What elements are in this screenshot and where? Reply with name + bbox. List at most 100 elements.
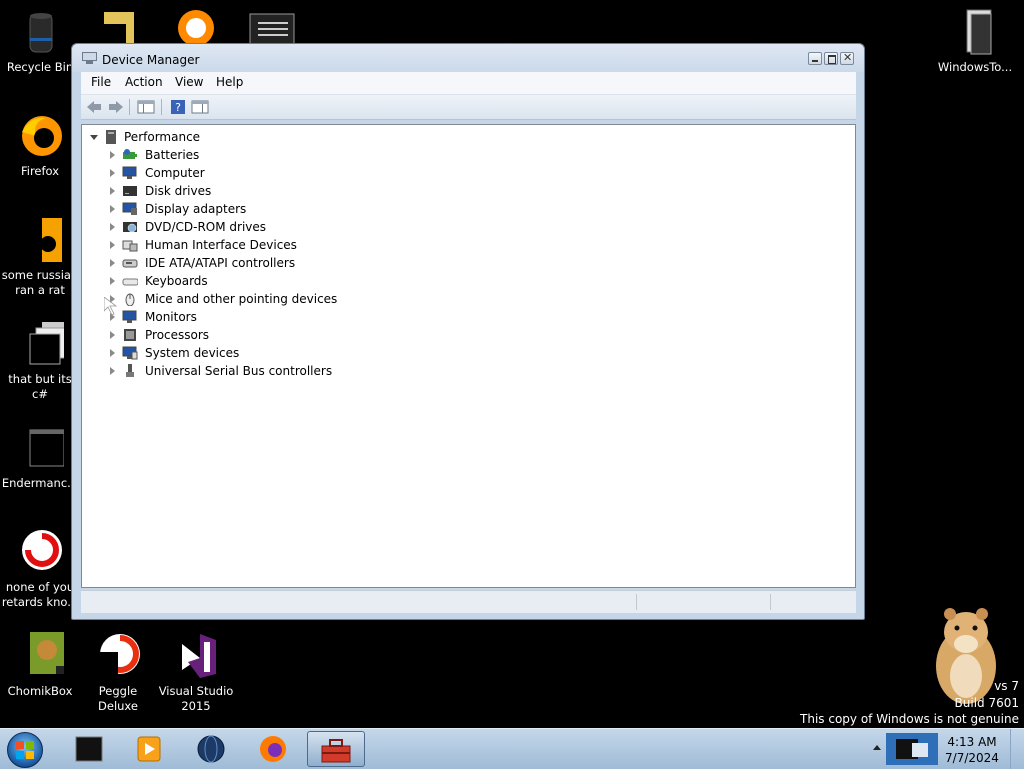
windows-logo-icon — [16, 741, 34, 762]
device-manager-window: Device Manager ✕ File Action View Help ? — [71, 43, 865, 620]
system-devices-icon — [122, 346, 138, 360]
watermark-not-genuine: This copy of Windows is not genuine — [800, 712, 1019, 726]
help-icon[interactable]: ? — [169, 99, 187, 115]
recycle-bin-icon — [16, 8, 64, 56]
tree-node-label: IDE ATA/ATAPI controllers — [145, 256, 296, 270]
computer-icon — [104, 130, 120, 144]
expand-arrow-icon[interactable] — [110, 187, 115, 195]
show-hidden-icons-arrow[interactable] — [872, 741, 882, 755]
tree-node-label: Display adapters — [145, 202, 247, 216]
optical-drive-icon — [122, 220, 138, 234]
mouse-icon — [122, 292, 138, 307]
menu-help[interactable]: Help — [216, 75, 243, 89]
ide-controller-icon — [122, 256, 138, 270]
collapse-arrow-icon[interactable] — [90, 135, 98, 140]
desktop-icon-some-russian-ran-a-rat[interactable]: some russian ran a rat — [0, 216, 80, 298]
desktop-icon-label: ChomikBox — [7, 684, 73, 698]
desktop-icon-label: WindowsTo... — [937, 60, 1013, 74]
menu-bar: File Action View Help — [81, 72, 856, 95]
shortcut-stack-icon — [16, 320, 72, 368]
taskbar-device-manager[interactable] — [307, 731, 365, 767]
file-icon — [16, 216, 64, 264]
expand-arrow-icon[interactable] — [110, 241, 115, 249]
taskbar-app-globe[interactable] — [182, 731, 240, 767]
app-icon — [172, 6, 220, 46]
desktop-icon-label: Visual Studio 2015 — [158, 684, 234, 713]
hid-icon — [122, 238, 138, 252]
keyboard-icon — [122, 274, 139, 288]
processor-icon — [122, 328, 138, 342]
tray-app-icon[interactable] — [886, 733, 938, 768]
status-divider — [636, 594, 637, 610]
expand-arrow-icon[interactable] — [110, 349, 115, 357]
clock-time: 4:13 AM — [947, 735, 997, 749]
disk-drive-icon — [122, 184, 138, 198]
show-hide-action-pane-icon[interactable] — [191, 99, 209, 115]
usb-icon — [122, 364, 138, 378]
tree-node-label: DVD/CD-ROM drives — [145, 220, 267, 234]
desktop-icon-windowstools[interactable]: WindowsTo... — [935, 8, 1015, 75]
hamster-image — [920, 604, 1004, 708]
expand-arrow-icon[interactable] — [110, 331, 115, 339]
desktop-icon-visual-studio-2015[interactable]: Visual Studio 2015 — [156, 632, 236, 714]
desktop-icon-peggle-deluxe[interactable]: Peggle Deluxe — [78, 632, 158, 714]
toolbar-separator — [161, 99, 162, 115]
expand-arrow-icon[interactable] — [110, 151, 115, 159]
peggle-icon — [94, 632, 142, 680]
taskbar-media-player[interactable] — [120, 731, 178, 767]
app-icon — [248, 12, 296, 45]
watermark-windows-version: vs 7 — [994, 679, 1019, 693]
expand-arrow-icon[interactable] — [110, 169, 115, 177]
menu-file[interactable]: File — [91, 75, 111, 89]
window-title: Device Manager — [102, 53, 200, 67]
expand-arrow-icon[interactable] — [110, 367, 115, 375]
expand-arrow-icon[interactable] — [110, 205, 115, 213]
show-desktop-button[interactable] — [1010, 729, 1024, 769]
window-app-icon — [74, 735, 104, 766]
folder-icon — [951, 8, 999, 56]
show-hide-console-tree-icon[interactable] — [137, 99, 155, 115]
folder-icon — [96, 10, 140, 44]
close-icon: ✕ — [843, 51, 853, 64]
desktop-icon-endermanch[interactable]: Endermanc... — [0, 424, 80, 491]
menu-action[interactable]: Action — [125, 75, 163, 89]
desktop-icon-label: none of you retards kno... — [1, 580, 79, 609]
desktop-icon-none-of-you[interactable]: none of you retards kno... — [0, 528, 80, 610]
desktop-icon-chomikbox[interactable]: ChomikBox — [0, 632, 80, 699]
monitor-icon — [122, 166, 138, 180]
expand-arrow-icon[interactable] — [110, 223, 115, 231]
expand-arrow-icon[interactable] — [110, 259, 115, 267]
menu-view[interactable]: View — [175, 75, 203, 89]
desktop-icon-recycle-bin[interactable]: Recycle Bin — [0, 8, 80, 75]
taskbar: 4:13 AM 7/7/2024 — [0, 728, 1024, 769]
chomikbox-icon — [16, 632, 64, 680]
desktop-icon-label: that but its c# — [8, 372, 72, 401]
firefox-icon — [258, 734, 288, 767]
toolbar: ? — [81, 95, 856, 120]
desktop-icon-that-but-its-csharp[interactable]: that but its c# — [0, 320, 80, 402]
desktop-icon-firefox[interactable]: Firefox — [0, 112, 80, 179]
start-button[interactable] — [7, 732, 43, 768]
display-adapter-icon — [122, 202, 138, 216]
device-tree: Performance Batteries Computer Disk driv… — [81, 124, 856, 588]
tree-node-label: Performance — [124, 130, 201, 144]
mouse-cursor-icon — [103, 296, 124, 320]
expand-arrow-icon[interactable] — [110, 277, 115, 285]
window-icon — [16, 424, 65, 472]
taskbar-app-1[interactable] — [60, 731, 118, 767]
system-clock[interactable]: 4:13 AM 7/7/2024 — [944, 734, 1000, 766]
tree-node-label: Monitors — [145, 310, 197, 324]
taskbar-firefox[interactable] — [244, 731, 302, 767]
desktop-icon-label: Firefox — [20, 164, 60, 178]
forward-arrow-icon[interactable] — [107, 99, 125, 115]
close-button[interactable]: ✕ — [840, 51, 854, 65]
maximize-button[interactable] — [824, 52, 838, 65]
desktop-icon-label: some russian ran a rat — [1, 268, 79, 297]
globe-icon — [196, 734, 226, 767]
back-arrow-icon[interactable] — [85, 99, 103, 115]
minimize-button[interactable] — [808, 52, 822, 65]
watermark-build: Build 7601 — [954, 696, 1019, 710]
media-player-icon — [134, 735, 164, 766]
status-divider — [770, 594, 771, 610]
title-bar[interactable]: Device Manager ✕ — [72, 44, 864, 72]
